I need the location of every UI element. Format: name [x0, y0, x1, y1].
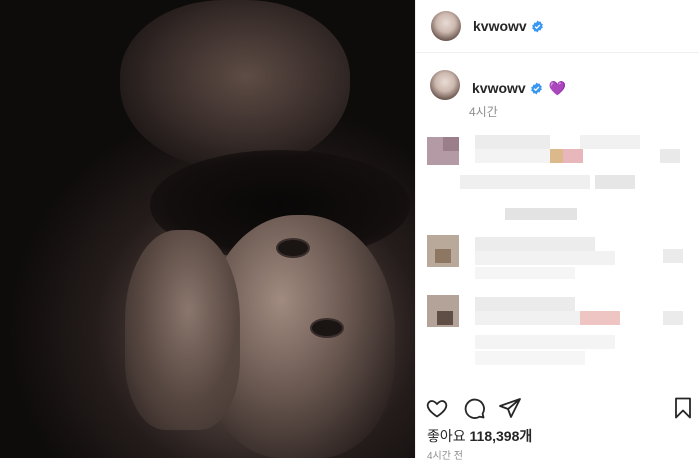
header-username[interactable]: kvwowv — [473, 18, 527, 34]
heart-outline-icon[interactable] — [425, 396, 449, 420]
instagram-post: kvwowv kvwowv 💜 4시간 좋아요 118,398개 4시간 전 — [0, 0, 699, 462]
purple-heart-emoji: 💜 — [548, 79, 567, 96]
post-photo[interactable] — [0, 0, 415, 458]
caption-avatar[interactable] — [430, 70, 460, 100]
verified-badge-icon — [531, 20, 543, 32]
author-avatar[interactable] — [431, 11, 461, 41]
bookmark-icon[interactable] — [671, 396, 695, 420]
caption-row: kvwowv 💜 — [430, 70, 566, 100]
likes-label: 좋아요 — [427, 428, 466, 444]
paper-plane-icon[interactable] — [498, 396, 522, 420]
post-actions — [425, 396, 695, 420]
likes-count[interactable]: 좋아요 118,398개 — [427, 426, 532, 446]
caption-time: 4시간 — [469, 105, 498, 119]
likes-number: 118,398개 — [469, 428, 533, 444]
comment-icon[interactable] — [462, 396, 486, 420]
posted-time: 4시간 전 — [427, 451, 463, 462]
verified-badge-icon — [530, 82, 542, 94]
post-header: kvwowv — [416, 0, 699, 53]
pixelated-comments — [415, 125, 699, 385]
caption-username[interactable]: kvwowv — [472, 80, 526, 96]
